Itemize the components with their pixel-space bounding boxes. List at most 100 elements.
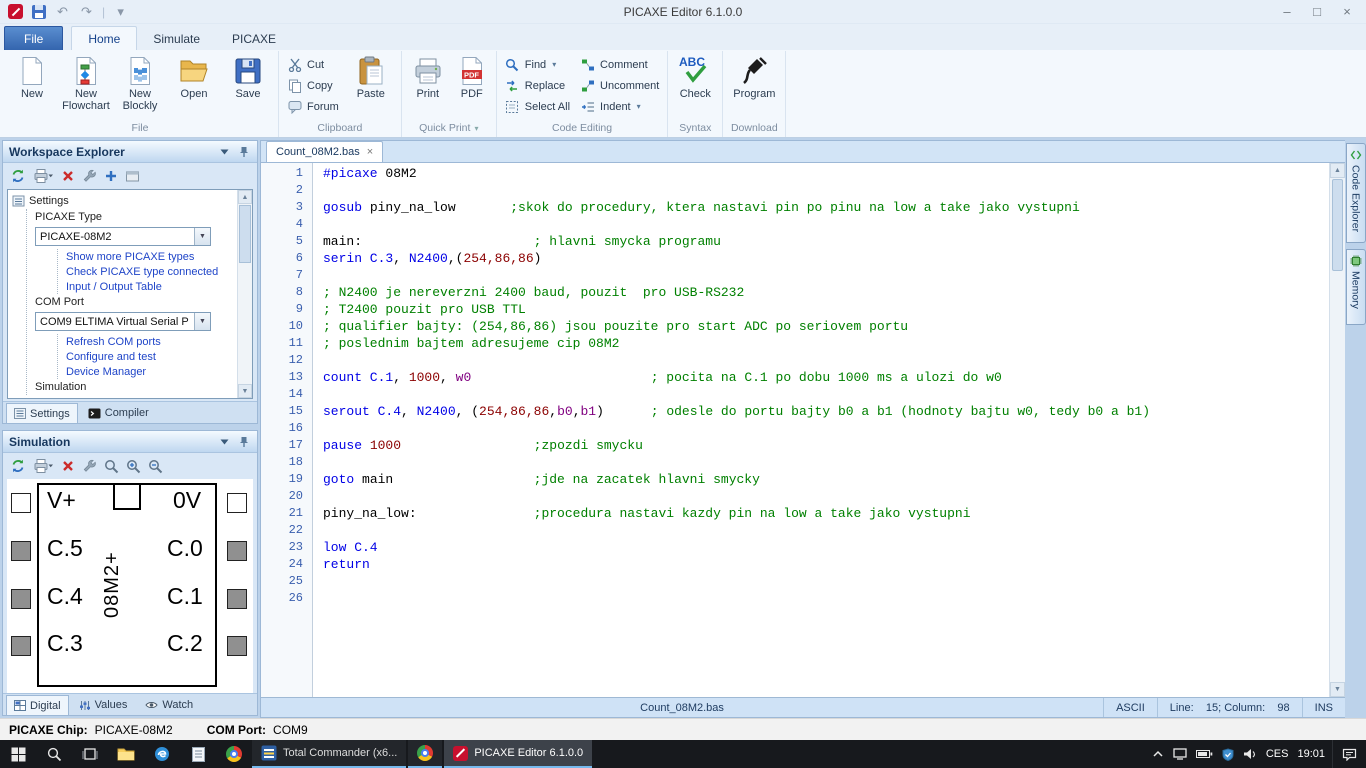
close-tab-icon[interactable]: × bbox=[367, 146, 373, 158]
tab-compiler[interactable]: Compiler bbox=[80, 403, 157, 423]
options-wrench-button[interactable] bbox=[82, 167, 97, 185]
code-line[interactable] bbox=[323, 522, 1329, 539]
editor-tab-count-08m2[interactable]: Count_08M2.bas × bbox=[266, 141, 383, 162]
maximize-button[interactable]: □ bbox=[1302, 1, 1332, 22]
file-explorer-button[interactable] bbox=[108, 740, 144, 768]
panel-menu-icon[interactable] bbox=[217, 435, 231, 449]
code-line[interactable] bbox=[323, 352, 1329, 369]
print-panel-button[interactable] bbox=[33, 167, 54, 185]
simulation-canvas[interactable]: 08M2+ V+ C.5 C.4 C.3 0V C.0 C.1 bbox=[7, 479, 253, 693]
tab-watch[interactable]: Watch bbox=[137, 695, 201, 715]
scroll-thumb[interactable] bbox=[239, 205, 251, 263]
code-line[interactable] bbox=[323, 386, 1329, 403]
panel-view-button[interactable] bbox=[125, 167, 140, 185]
tab-values[interactable]: Values bbox=[71, 695, 136, 715]
link-input-output-table[interactable]: Input / Output Table bbox=[66, 279, 234, 294]
code-line[interactable]: #picaxe 08M2 bbox=[323, 165, 1329, 182]
refresh-button[interactable] bbox=[10, 167, 26, 185]
code-line[interactable]: ; N2400 je nereverzni 2400 baud, pouzit … bbox=[323, 284, 1329, 301]
tree-scrollbar[interactable]: ▲ ▼ bbox=[237, 190, 252, 398]
print-panel-button[interactable] bbox=[33, 457, 54, 475]
add-button[interactable] bbox=[104, 167, 118, 185]
quick-print-launcher-icon[interactable]: ▾ bbox=[474, 124, 478, 133]
pin-square-c1[interactable] bbox=[227, 589, 247, 609]
check-syntax-button[interactable]: ABC Check bbox=[671, 52, 719, 118]
new-button[interactable]: New bbox=[5, 52, 59, 118]
zoom-button[interactable] bbox=[104, 457, 119, 475]
code-line[interactable]: serout C.4, N2400, (254,86,86,b0,b1) ; o… bbox=[323, 403, 1329, 420]
new-flowchart-button[interactable]: New Flowchart bbox=[59, 52, 113, 118]
edge-browser-button[interactable] bbox=[144, 740, 180, 768]
options-wrench-button[interactable] bbox=[82, 457, 97, 475]
action-center-button[interactable] bbox=[1332, 740, 1366, 768]
scroll-down-icon[interactable]: ▼ bbox=[238, 384, 252, 398]
tab-digital[interactable]: Digital bbox=[6, 695, 69, 715]
open-button[interactable]: Open bbox=[167, 52, 221, 118]
pin-icon[interactable] bbox=[237, 145, 251, 159]
refresh-button[interactable] bbox=[10, 457, 26, 475]
hidden-icons-chevron[interactable] bbox=[1152, 749, 1164, 759]
code-lines[interactable]: #picaxe 08M2 gosub piny_na_low ;skok do … bbox=[313, 163, 1329, 697]
code-line[interactable] bbox=[323, 182, 1329, 199]
taskbar-clock[interactable]: 19:01 bbox=[1297, 748, 1325, 760]
close-workspace-button[interactable] bbox=[61, 167, 75, 185]
pin-square-c2[interactable] bbox=[227, 636, 247, 656]
code-line[interactable]: main: ; hlavni smycka programu bbox=[323, 233, 1329, 250]
redo-button[interactable]: ↷ bbox=[78, 3, 95, 20]
code-line[interactable]: low C.4 bbox=[323, 539, 1329, 556]
browser-pinned-button[interactable] bbox=[216, 740, 252, 768]
link-configure-and-test[interactable]: Configure and test bbox=[66, 349, 234, 364]
program-button[interactable]: Program bbox=[726, 52, 782, 118]
close-simulation-button[interactable] bbox=[61, 457, 75, 475]
qat-dropdown-icon[interactable]: ▾ bbox=[112, 3, 129, 20]
find-button[interactable]: Find ▾ bbox=[501, 55, 574, 74]
pin-square-c4[interactable] bbox=[11, 589, 31, 609]
task-view-button[interactable] bbox=[72, 740, 108, 768]
link-device-manager[interactable]: Device Manager bbox=[66, 364, 234, 379]
forum-button[interactable]: Forum bbox=[283, 97, 343, 116]
zoom-in-button[interactable] bbox=[126, 457, 141, 475]
volume-tray-button[interactable] bbox=[1243, 748, 1257, 760]
task-total-commander[interactable]: Total Commander (x6... bbox=[252, 740, 406, 768]
combo-arrow-icon[interactable]: ▼ bbox=[194, 228, 210, 245]
start-button[interactable] bbox=[0, 740, 36, 768]
keyboard-language-indicator[interactable]: CES bbox=[1266, 748, 1289, 760]
security-tray-button[interactable] bbox=[1222, 748, 1234, 761]
tree-node-com-port[interactable]: COM Port bbox=[35, 294, 234, 310]
com-port-select[interactable]: COM9 ELTIMA Virtual Serial P ▼ bbox=[35, 312, 211, 331]
paste-button[interactable]: Paste bbox=[344, 52, 398, 118]
tab-simulate[interactable]: Simulate bbox=[137, 27, 216, 50]
comment-button[interactable]: Comment bbox=[576, 55, 663, 74]
link-show-more-picaxe-types[interactable]: Show more PICAXE types bbox=[66, 249, 234, 264]
combo-arrow-icon[interactable]: ▼ bbox=[194, 313, 210, 330]
cut-button[interactable]: Cut bbox=[283, 55, 343, 74]
code-line[interactable] bbox=[323, 454, 1329, 471]
pin-square-v-plus[interactable] bbox=[11, 493, 31, 513]
code-line[interactable] bbox=[323, 267, 1329, 284]
picaxe-type-select[interactable]: PICAXE-08M2 ▼ bbox=[35, 227, 211, 246]
pin-icon[interactable] bbox=[237, 435, 251, 449]
save-button[interactable]: Save bbox=[221, 52, 275, 118]
tab-code-explorer[interactable]: Code Explorer bbox=[1346, 143, 1366, 243]
code-line[interactable] bbox=[323, 573, 1329, 590]
tab-file[interactable]: File bbox=[4, 26, 63, 50]
tree-node-settings[interactable]: Settings bbox=[12, 193, 234, 209]
pin-square-c0[interactable] bbox=[227, 541, 247, 561]
indent-button[interactable]: Indent ▾ bbox=[576, 97, 663, 116]
minimize-button[interactable]: – bbox=[1272, 1, 1302, 22]
link-check-picaxe-type[interactable]: Check PICAXE type connected bbox=[66, 264, 234, 279]
code-line[interactable]: count C.1, 1000, w0 ; pocita na C.1 po d… bbox=[323, 369, 1329, 386]
tree-node-simulation[interactable]: Simulation bbox=[35, 379, 234, 395]
tab-memory[interactable]: Memory bbox=[1346, 249, 1366, 325]
tree-node-picaxe-type[interactable]: PICAXE Type bbox=[35, 209, 234, 225]
task-browser-window[interactable] bbox=[408, 740, 442, 768]
zoom-out-button[interactable] bbox=[148, 457, 163, 475]
app-logo-icon[interactable] bbox=[8, 4, 23, 19]
tab-home[interactable]: Home bbox=[71, 26, 137, 50]
code-line[interactable] bbox=[323, 488, 1329, 505]
code-line[interactable]: ; qualifier bajty: (254,86,86) jsou pouz… bbox=[323, 318, 1329, 335]
copy-button[interactable]: Copy bbox=[283, 76, 343, 95]
battery-tray-button[interactable] bbox=[1196, 749, 1213, 759]
editor-scrollbar[interactable]: ▲ ▼ bbox=[1329, 163, 1345, 697]
scroll-up-icon[interactable]: ▲ bbox=[1330, 163, 1345, 178]
